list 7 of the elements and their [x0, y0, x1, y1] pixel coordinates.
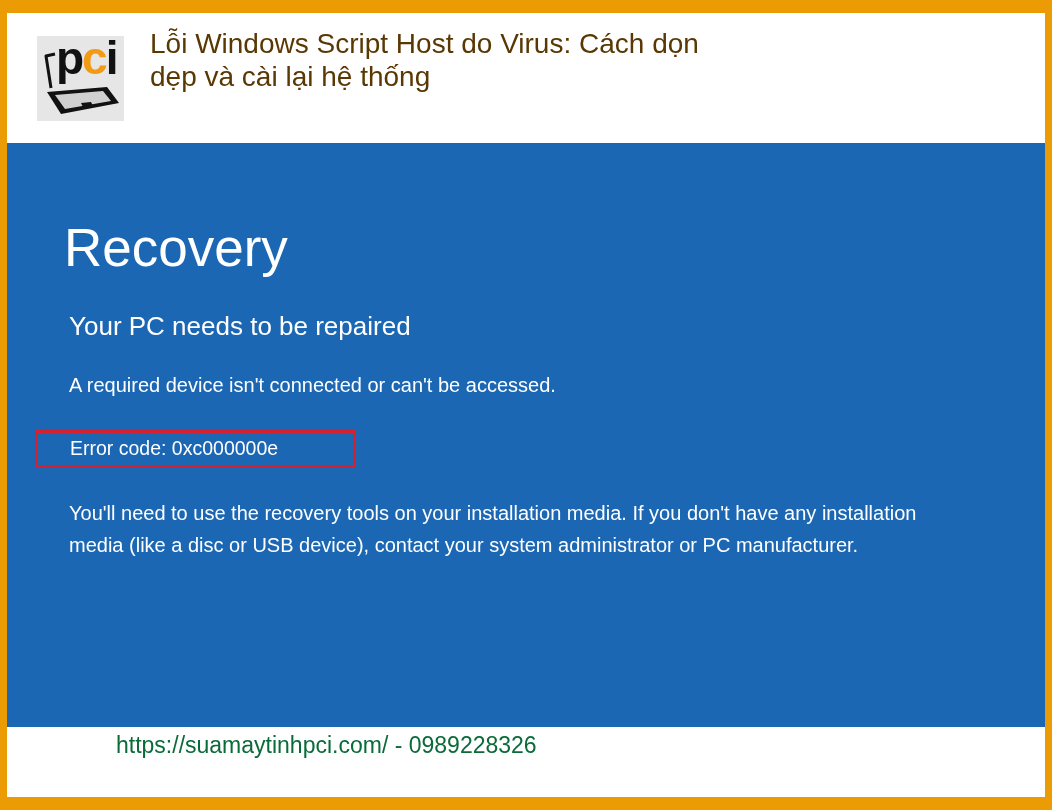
error-code: Error code: 0xc000000e [70, 436, 280, 460]
logo-text: pci [56, 32, 117, 84]
error-message: A required device isn't connected or can't be accessed. [69, 373, 556, 397]
recovery-heading: Your PC needs to be repaired [69, 311, 411, 341]
article-title: Lỗi Windows Script Host do Virus: Cách dọn dẹp và cài lại hệ thống [150, 27, 700, 93]
instructions-text: You'll need to use the recovery tools on your installation media. If you don't have any installation media (like a disc or USB device), contact your system administrator or PC manufacturer. [69, 501, 918, 558]
footer-contact: https://suamaytinhpci.com/ - 0989228326 [116, 732, 537, 758]
